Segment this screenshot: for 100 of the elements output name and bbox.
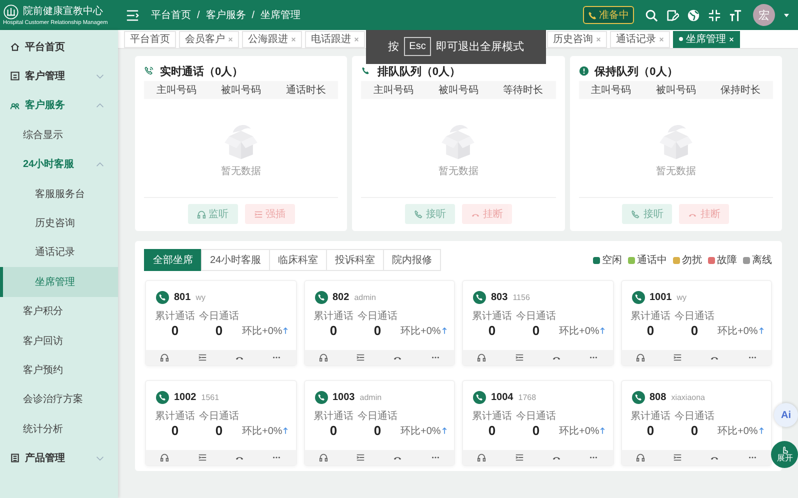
stat-value: 0 xyxy=(646,323,654,338)
extension-number: 1002 xyxy=(174,392,196,403)
expand-button[interactable]: 展开 xyxy=(771,441,798,468)
stat-label: 今日通话 xyxy=(358,410,398,423)
headset-icon xyxy=(636,353,645,362)
legend-label: 故障 xyxy=(717,254,737,267)
key-cap: Esc xyxy=(404,37,431,56)
column-header: 被叫号码 xyxy=(221,84,262,97)
edit-icon[interactable] xyxy=(666,8,679,22)
panel-title: 排队队列（0人） xyxy=(377,64,460,78)
sidebar-item[interactable]: 历史咨询 xyxy=(0,208,118,238)
trend-text: 环比+0% xyxy=(559,324,600,338)
stat-label: 今日通话 xyxy=(358,310,398,323)
group-tab[interactable]: 全部坐席 xyxy=(144,249,202,271)
group-tab[interactable]: 临床科室 xyxy=(269,249,328,271)
phone-icon xyxy=(588,10,597,20)
stat-label: 今日通话 xyxy=(674,410,714,423)
sidebar-item[interactable]: 客服服务台 xyxy=(0,178,118,208)
group-tab[interactable]: 24小时客服 xyxy=(201,249,270,271)
panel-title: 实时通话（0人） xyxy=(160,64,244,78)
extension-number: 808 xyxy=(650,392,666,403)
caret-icon[interactable] xyxy=(783,12,790,18)
arrow-up-icon xyxy=(442,427,447,434)
empty-message: 暂无数据 xyxy=(438,164,478,178)
stat-label: 累计通话 xyxy=(155,410,195,423)
breadcrumb-link[interactable]: 客户服务 xyxy=(206,8,246,22)
page-tab[interactable]: 公海跟进 xyxy=(242,30,302,48)
column-header: 主叫号码 xyxy=(591,84,632,97)
sidebar-item[interactable]: 统计分析 xyxy=(0,414,118,444)
page-tab[interactable]: 通话记录 xyxy=(610,30,670,48)
breadcrumb-link[interactable]: 平台首页 xyxy=(151,8,191,22)
globe-icon[interactable] xyxy=(687,8,700,22)
stat-value: 0 xyxy=(171,323,179,338)
sidebar-item[interactable]: 平台首页 xyxy=(0,32,118,62)
column-header: 被叫号码 xyxy=(656,84,696,97)
sidebar-item[interactable]: 24小时客服 xyxy=(0,150,118,179)
sidebar-item[interactable]: 通话记录 xyxy=(0,238,118,268)
stat-label: 累计通话 xyxy=(314,310,354,323)
page-tab[interactable]: 会员客户 xyxy=(179,30,239,48)
trend-text: 环比+0% xyxy=(242,324,282,338)
stat-label: 累计通话 xyxy=(472,310,512,323)
arrow-up-icon xyxy=(283,327,288,334)
font-size-icon[interactable] xyxy=(729,8,742,22)
breadcrumb-separator: / xyxy=(252,10,255,20)
trend-text: 环比+0% xyxy=(400,424,441,438)
sidebar-item[interactable]: 客户服务 xyxy=(0,90,118,120)
extension-number: 801 xyxy=(174,292,191,303)
stat-label: 累计通话 xyxy=(630,310,670,323)
sidebar-item[interactable]: 客户预约 xyxy=(0,355,118,385)
headset-icon xyxy=(318,353,328,362)
headset-icon xyxy=(196,210,206,218)
sidebar-item[interactable]: 产品管理 xyxy=(0,443,118,473)
stat-value: 0 xyxy=(532,323,540,338)
column-header: 主叫号码 xyxy=(374,84,414,97)
stat-value: 0 xyxy=(330,423,338,438)
ai-assistant-button[interactable]: Ai xyxy=(774,403,798,427)
menu-icon[interactable] xyxy=(126,8,139,22)
phone-icon xyxy=(414,210,423,218)
search-icon[interactable] xyxy=(645,8,658,22)
stat-label: 累计通话 xyxy=(155,310,195,323)
column-header: 通话时长 xyxy=(286,84,326,97)
stat-value: 0 xyxy=(646,423,654,438)
phone-icon xyxy=(361,66,372,76)
sidebar-item[interactable]: 会诊治疗方案 xyxy=(0,384,118,414)
alert-icon xyxy=(578,66,589,76)
empty-message: 暂无数据 xyxy=(221,164,262,178)
chevron-down-icon xyxy=(96,74,104,79)
page-tab[interactable]: 平台首页 xyxy=(124,30,176,48)
exit-fullscreen-icon[interactable] xyxy=(708,8,721,22)
arrow-up-icon xyxy=(283,427,288,434)
breadcrumb-link[interactable]: 坐席管理 xyxy=(260,8,301,22)
list-icon xyxy=(514,453,524,462)
sidebar-item[interactable]: 客户积分 xyxy=(0,296,118,326)
stat-value: 0 xyxy=(488,323,496,338)
panel-title: 保持队列（0人） xyxy=(594,64,678,78)
trend-text: 环比+0% xyxy=(400,324,441,338)
stat-label: 今日通话 xyxy=(199,310,239,323)
page-tab[interactable]: 电话跟进 xyxy=(305,30,365,48)
sidebar-item[interactable]: 客户管理 xyxy=(0,61,118,91)
menu-item-icon xyxy=(10,42,20,52)
group-tab[interactable]: 投诉科室 xyxy=(326,249,384,271)
stat-label: 今日通话 xyxy=(199,410,239,423)
sidebar-item[interactable]: 坐席管理 xyxy=(0,267,118,297)
page-tab[interactable]: 历史咨询 xyxy=(547,30,607,48)
sidebar-item[interactable]: 综合显示 xyxy=(0,120,118,150)
group-tab[interactable]: 院内报修 xyxy=(383,249,442,271)
agent-username: 1156 xyxy=(512,293,530,302)
trend-text: 环比+0% xyxy=(718,424,758,438)
sidebar-item[interactable]: 客户回访 xyxy=(0,326,118,356)
stat-value: 0 xyxy=(215,323,223,338)
status-badge[interactable]: 准备中 xyxy=(583,6,634,24)
list-icon xyxy=(198,453,207,462)
stat-value: 0 xyxy=(690,323,698,338)
stat-value: 0 xyxy=(215,423,223,438)
page-tab[interactable]: 坐席管理 xyxy=(673,30,740,48)
stat-label: 今日通话 xyxy=(516,410,556,423)
hand-icon xyxy=(780,445,789,454)
headset-icon xyxy=(477,353,486,362)
arrow-up-icon xyxy=(758,327,764,334)
column-header: 保持时长 xyxy=(720,84,761,97)
